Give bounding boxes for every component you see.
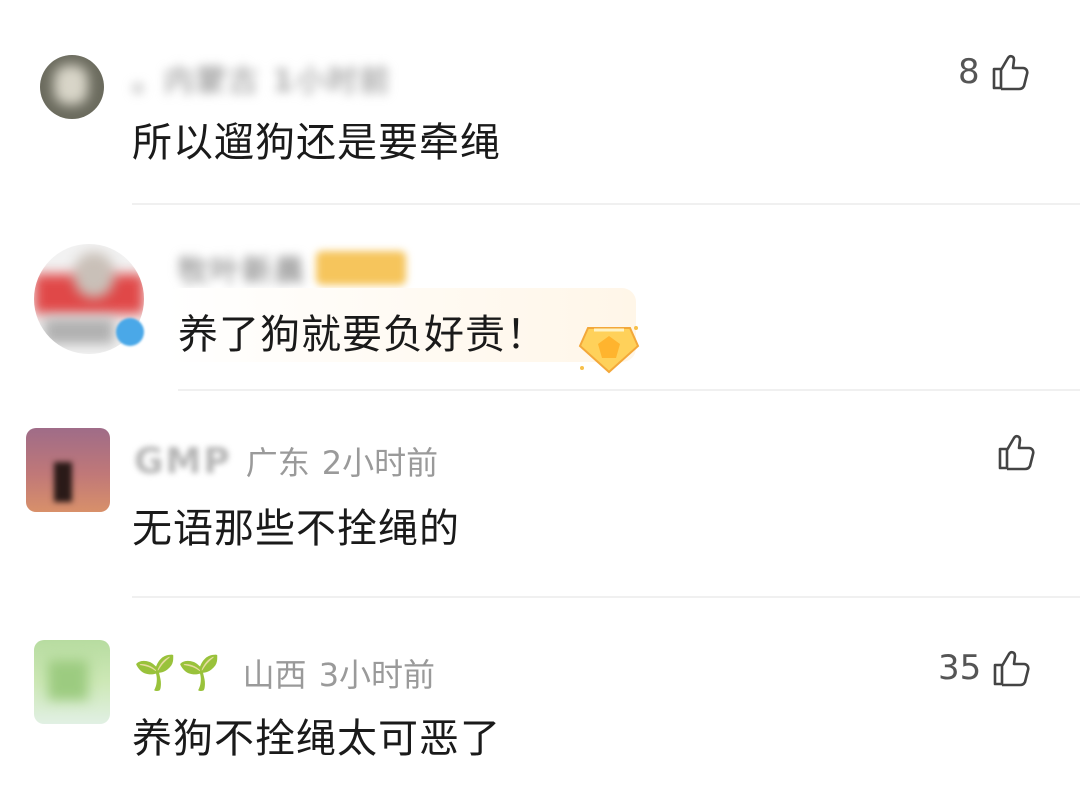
like-button[interactable]: 35: [938, 648, 1031, 688]
comment-author[interactable]: GMP 广东 2小时前: [134, 438, 438, 484]
comment-author[interactable]: 。内蒙古 1小时前: [132, 56, 391, 100]
like-button[interactable]: [986, 432, 1036, 472]
like-count: 8: [958, 52, 980, 92]
comment-author[interactable]: 牧叶新晨: [178, 246, 406, 290]
nickname: GMP: [134, 440, 232, 482]
avatar[interactable]: [26, 428, 110, 512]
like-count: 35: [938, 648, 982, 688]
avatar[interactable]: [34, 640, 110, 724]
comment-item: 。内蒙古 1小时前 所以遛狗还是要牵绳 8: [0, 0, 1080, 205]
verified-badge: [116, 318, 144, 346]
comment-list: 。内蒙古 1小时前 所以遛狗还是要牵绳 8 牧叶新晨 养了狗就要负好责！ GMP…: [0, 0, 1080, 797]
timestamp: 2小时前: [321, 444, 439, 482]
like-button[interactable]: 8: [958, 52, 1030, 92]
thumbs-up-icon: [993, 650, 1030, 687]
timestamp: 3小时前: [318, 656, 436, 694]
divider: [178, 389, 1080, 391]
nickname: 🌱🌱: [134, 653, 223, 693]
comment-text: 所以遛狗还是要牵绳: [132, 120, 501, 166]
avatar[interactable]: [40, 55, 104, 119]
comment-author[interactable]: 🌱🌱 山西 3小时前: [134, 650, 435, 696]
thumbs-up-icon: [998, 434, 1035, 471]
comment-item: 🌱🌱 山西 3小时前 养狗不拴绳太可恶了 35: [0, 610, 1080, 797]
thumbs-up-icon: [992, 54, 1029, 91]
divider: [132, 203, 1080, 205]
comment-text: 养了狗就要负好责！: [178, 312, 547, 358]
comment-text: 无语那些不拴绳的: [132, 506, 460, 552]
nickname: 牧叶新晨: [178, 254, 306, 289]
level-badge: [316, 251, 406, 285]
comment-text: 养狗不拴绳太可恶了: [132, 716, 501, 762]
location: 山西: [242, 656, 307, 694]
comment-item: GMP 广东 2小时前 无语那些不拴绳的: [0, 400, 1080, 590]
divider: [132, 596, 1080, 598]
medal-icon: [578, 326, 640, 374]
comment-item: 牧叶新晨 养了狗就要负好责！: [0, 210, 1080, 390]
nickname: 。内蒙古 1小时前: [132, 64, 392, 99]
location: 广东: [245, 444, 310, 482]
